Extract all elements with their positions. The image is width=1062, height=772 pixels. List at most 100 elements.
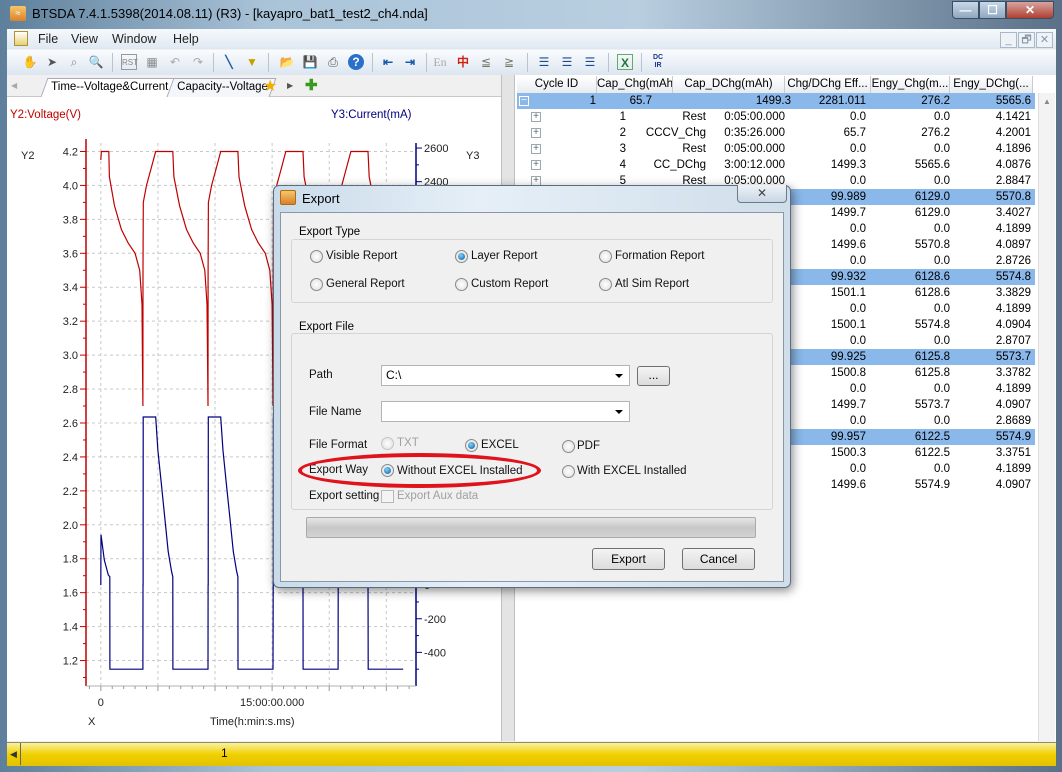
- chinese-icon[interactable]: 中: [455, 54, 471, 70]
- expand-icon[interactable]: +: [531, 144, 541, 154]
- export-type-radio[interactable]: [455, 250, 468, 263]
- forward-icon[interactable]: ⇥: [402, 54, 418, 70]
- add-tab-icon[interactable]: ✚: [305, 76, 318, 94]
- x-tick-label: 0: [98, 697, 104, 709]
- with-excel-radio[interactable]: [562, 465, 575, 478]
- minimize-button[interactable]: —: [952, 1, 979, 19]
- table-cell: 99.989: [830, 191, 866, 203]
- export-type-radio[interactable]: [310, 250, 323, 263]
- expand-icon[interactable]: +: [531, 112, 541, 122]
- pointer-icon[interactable]: ➤: [44, 54, 60, 70]
- open-folder-icon[interactable]: 📂: [279, 54, 295, 70]
- path-combobox[interactable]: C:\: [381, 365, 630, 386]
- mdi-restore-button[interactable]: 🗗: [1018, 32, 1035, 48]
- collapse-icon[interactable]: −: [519, 96, 529, 106]
- mdi-close-button[interactable]: ✕: [1036, 32, 1053, 48]
- excel-icon[interactable]: X: [617, 54, 633, 70]
- line-icon[interactable]: ╲: [221, 54, 237, 70]
- favorite-star-icon[interactable]: ★: [263, 76, 277, 96]
- layout2-icon[interactable]: ☰: [559, 54, 575, 70]
- menu-view[interactable]: View: [71, 32, 98, 46]
- table-cell: 0.0: [934, 335, 950, 347]
- table-cell: 3.4027: [995, 207, 1031, 219]
- tab-scroll-right-icon[interactable]: ▶: [287, 81, 293, 90]
- chevron-down-icon[interactable]: [615, 410, 623, 414]
- expand-icon[interactable]: +: [531, 128, 541, 138]
- expand-icon[interactable]: +: [531, 160, 541, 170]
- step-row[interactable]: +4 CC_DChg 3:00:12.000 1499.3 5565.6 4.0876: [517, 157, 1035, 173]
- title-bar[interactable]: ≈ BTSDA 7.4.1.5398(2014.08.11) (R3) - [k…: [0, 0, 1062, 28]
- table-cell: 6122.5: [914, 431, 950, 443]
- navigator-cycle-marker[interactable]: 1: [221, 746, 228, 760]
- chevron-down-icon[interactable]: [615, 374, 623, 378]
- menu-help[interactable]: Help: [173, 32, 199, 46]
- table-cell: 3.3751: [995, 447, 1031, 459]
- step-row[interactable]: +1 Rest 0:05:00.000 0.0 0.0 4.1421: [517, 109, 1035, 125]
- maximize-button[interactable]: ☐: [979, 1, 1006, 19]
- table-cell: 2.8689: [995, 415, 1031, 427]
- rst-icon[interactable]: RST: [121, 54, 138, 70]
- tab-scroll-left-icon[interactable]: ◀: [11, 81, 17, 90]
- layout3-icon[interactable]: ☰: [582, 54, 598, 70]
- export-type-radio[interactable]: [310, 278, 323, 291]
- dialog-close-button[interactable]: ✕: [737, 185, 787, 203]
- format-excel-radio[interactable]: [465, 439, 478, 452]
- en-icon[interactable]: En: [432, 54, 448, 70]
- step-row[interactable]: +3 Rest 0:05:00.000 0.0 0.0 4.1896: [517, 141, 1035, 157]
- export-button[interactable]: Export: [592, 548, 665, 570]
- filter-icon[interactable]: ▼: [244, 54, 260, 70]
- column-header[interactable]: Cap_Chg(mAh): [597, 76, 673, 94]
- y2-tick-label: 4.0: [63, 180, 78, 192]
- print-icon[interactable]: ⎙: [325, 54, 341, 70]
- copy-chart-icon[interactable]: ▦: [144, 54, 160, 70]
- export-type-radio[interactable]: [599, 250, 612, 263]
- cycle-navigator-bar[interactable]: ◀ 1: [7, 742, 1056, 766]
- table-cell: 0.0: [850, 415, 866, 427]
- menu-window[interactable]: Window: [112, 32, 156, 46]
- undo-icon[interactable]: ↶: [167, 54, 183, 70]
- table-cell: 1499.3: [830, 159, 866, 171]
- table-cell: 1499.7: [830, 207, 866, 219]
- hand-icon[interactable]: ✋: [22, 54, 38, 70]
- column-header[interactable]: Engy_DChg(...: [950, 76, 1033, 94]
- scroll-up-icon[interactable]: ▲: [1043, 97, 1051, 106]
- column-header[interactable]: Chg/DChg Eff...: [785, 76, 871, 94]
- tab-time-voltage-current[interactable]: Time--Voltage&Current: [40, 78, 177, 97]
- tab-capacity-voltage[interactable]: Capacity--Voltage: [166, 78, 277, 97]
- dcir-icon[interactable]: DC IR: [650, 54, 666, 70]
- mdi-minimize-button[interactable]: _: [1000, 32, 1017, 48]
- cancel-button[interactable]: Cancel: [682, 548, 755, 570]
- table-cell: 0:35:26.000: [724, 127, 785, 139]
- table-cell: 1500.8: [830, 367, 866, 379]
- column-header[interactable]: Cycle ID: [517, 76, 597, 94]
- menu-file[interactable]: File: [38, 32, 58, 46]
- format-txt-radio[interactable]: [381, 437, 394, 450]
- file-format-label: File Format: [309, 439, 368, 451]
- export-aux-checkbox[interactable]: [381, 490, 394, 503]
- list-up-icon[interactable]: ≦: [478, 54, 494, 70]
- export-type-radio[interactable]: [455, 278, 468, 291]
- table-cell: 99.932: [830, 271, 866, 283]
- back-icon[interactable]: ⇤: [380, 54, 396, 70]
- layout1-icon[interactable]: ☰: [536, 54, 552, 70]
- table-cell: 4.1896: [995, 143, 1031, 155]
- table-cell: 0.0: [934, 143, 950, 155]
- close-button[interactable]: ✕: [1006, 1, 1054, 19]
- redo-icon[interactable]: ↷: [190, 54, 206, 70]
- step-row[interactable]: +2 CCCV_Chg 0:35:26.000 65.7 276.2 4.2001: [517, 125, 1035, 141]
- column-header[interactable]: Engy_Chg(m...: [871, 76, 950, 94]
- help-icon[interactable]: ?: [348, 54, 364, 70]
- column-header[interactable]: Cap_DChg(mAh): [673, 76, 785, 94]
- browse-button[interactable]: ...: [637, 366, 670, 386]
- cycle-row[interactable]: − 1 65.7 1499.3 2281.011 276.2 5565.6: [517, 93, 1035, 109]
- zoom-area-icon[interactable]: ⌕: [66, 54, 82, 70]
- save-icon[interactable]: 💾: [302, 54, 318, 70]
- file-name-combobox[interactable]: [381, 401, 630, 422]
- zoom-icon[interactable]: 🔍: [88, 54, 104, 70]
- list-down-icon[interactable]: ≧: [501, 54, 517, 70]
- table-cell: 0.0: [850, 175, 866, 187]
- format-pdf-radio[interactable]: [562, 440, 575, 453]
- export-type-radio[interactable]: [599, 278, 612, 291]
- vertical-scrollbar[interactable]: ▲: [1038, 93, 1055, 741]
- navigator-left-icon[interactable]: ◀: [10, 749, 17, 760]
